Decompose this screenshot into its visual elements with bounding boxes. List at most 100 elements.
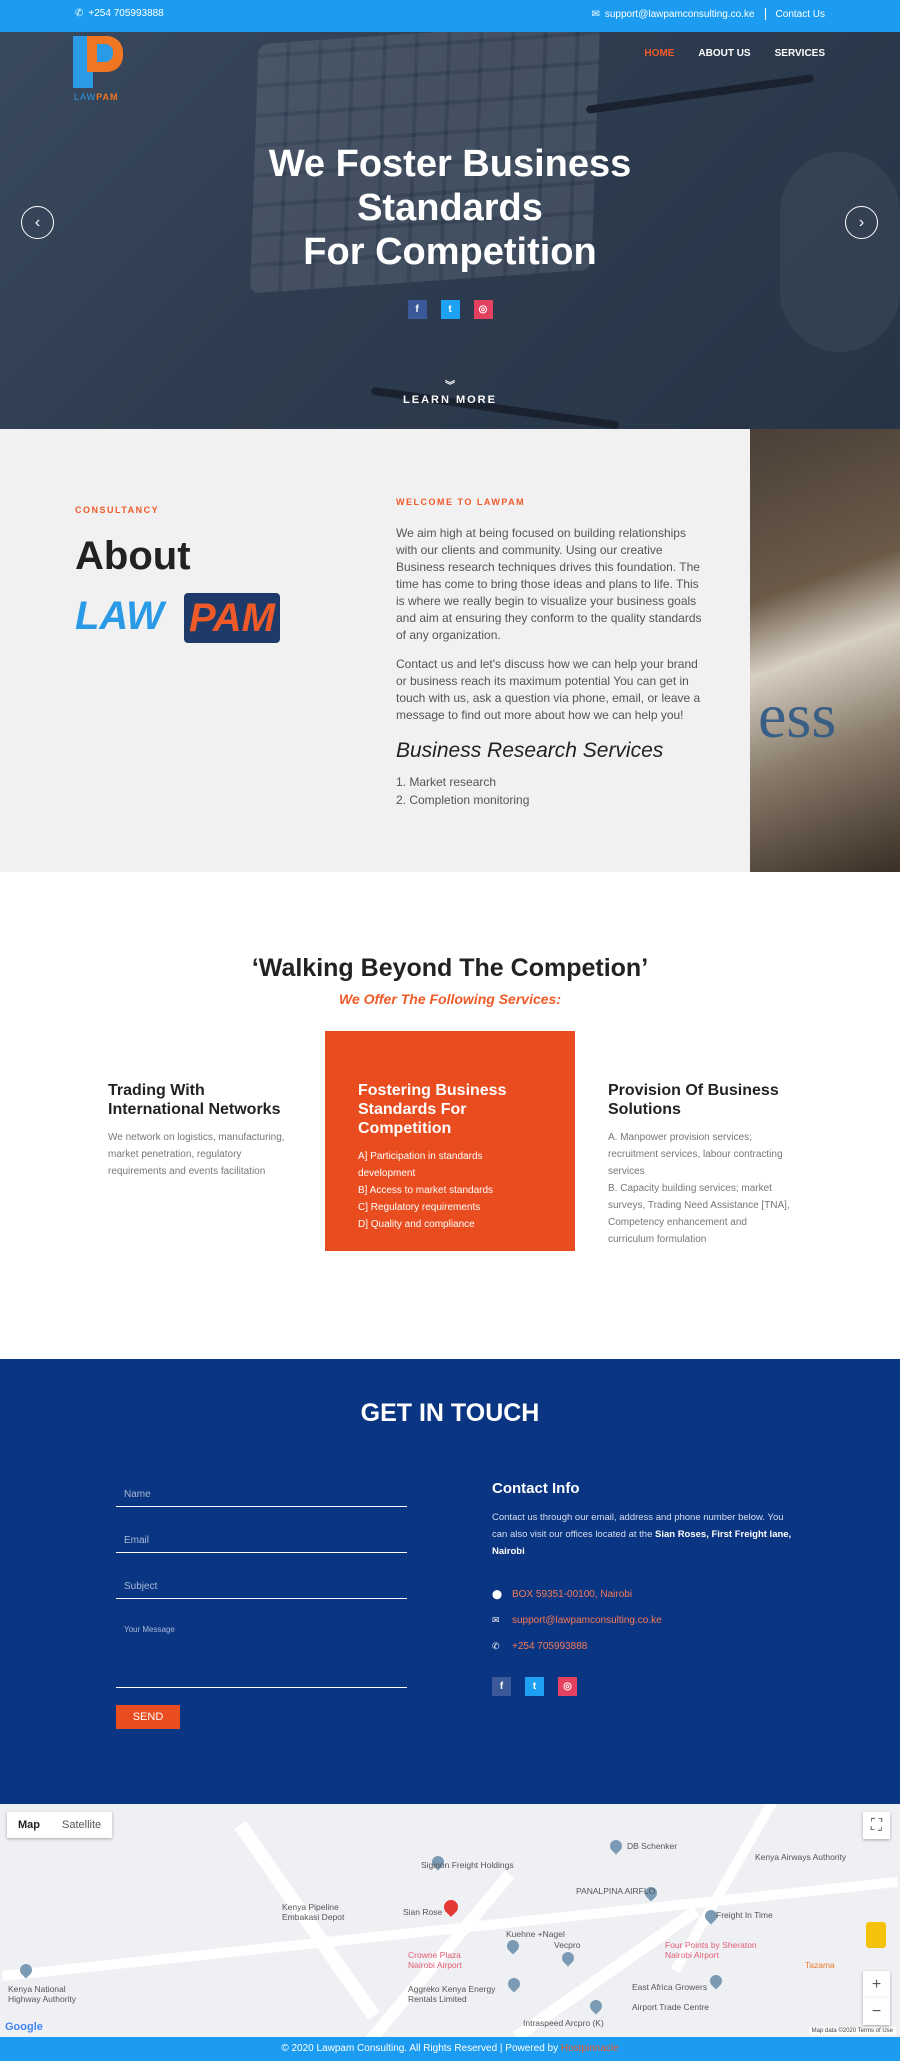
about-section: CONSULTANCY About LAW PAM WELCOME TO LAW…	[0, 429, 900, 872]
contact-phone-text: +254 705993888	[512, 1641, 588, 1652]
service-card-line: C] Regulatory requirements	[358, 1202, 481, 1213]
tab-map[interactable]: Map	[7, 1812, 51, 1838]
hero-title-line-3: For Competition	[303, 231, 597, 273]
topbar-right: ✉ support@lawpamconsulting.co.ke Contact…	[591, 8, 825, 20]
map-label: Siginon Freight Holdings	[421, 1860, 514, 1870]
topbar-email[interactable]: ✉ support@lawpamconsulting.co.ke	[591, 9, 754, 20]
map-label: Intraspeed Arcpro (K)	[523, 2018, 604, 2028]
map-label: East Africa Growers	[632, 1982, 708, 1992]
contact-email[interactable]: ✉ support@lawpamconsulting.co.ke	[492, 1615, 662, 1626]
instagram-icon[interactable]: ◎	[558, 1677, 577, 1696]
contact-address: ⬤ BOX 59351-00100, Nairobi	[492, 1589, 632, 1600]
site-logo[interactable]: LAWPAM	[73, 36, 128, 104]
map-label: Aggreko Kenya Energy Rentals Limited	[408, 1984, 496, 2004]
facebook-icon[interactable]: f	[407, 300, 427, 319]
chevron-right-icon: ›	[858, 213, 865, 231]
contact-info-title: Contact Info	[492, 1480, 580, 1497]
instagram-icon[interactable]: ◎	[473, 300, 493, 319]
about-heading: About	[75, 534, 191, 578]
map-label: Tazama	[805, 1960, 835, 1970]
hero-title-line-2: Standards	[357, 187, 543, 229]
about-paragraph-1: We aim high at being focused on building…	[396, 526, 702, 642]
map-label: Kenya Pipeline Embakasi Depot	[282, 1902, 345, 1922]
service-card-title: Trading With International Networks	[108, 1082, 281, 1118]
about-law-text: LAW	[75, 594, 164, 638]
poi-pin-icon[interactable]	[559, 1949, 577, 1967]
map-label: Airport Trade Centre	[632, 2002, 710, 2012]
poi-pin-icon[interactable]	[707, 1972, 725, 1990]
contact-social-links: f t ◎	[492, 1677, 577, 1696]
poi-pin-icon[interactable]	[607, 1837, 625, 1855]
list-item: 2. Completion monitoring	[396, 793, 530, 807]
research-services-title: Business Research Services	[396, 739, 664, 762]
hero-title-line-1: We Foster Business	[268, 143, 632, 185]
zoom-out-button[interactable]: −	[863, 1998, 890, 2025]
map-label: PANALPINA AIRFLO	[576, 1886, 656, 1896]
logo-pam-text: PAM	[96, 92, 119, 102]
location-pin-icon[interactable]	[441, 1897, 461, 1917]
footer-powered-link[interactable]: Hostpinnacle	[561, 2043, 619, 2054]
research-services-list: 1. Market research 2. Completion monitor…	[396, 773, 529, 809]
map-label: Sian Rose	[403, 1907, 443, 1917]
map-type-tabs: Map Satellite	[7, 1812, 113, 1838]
message-field[interactable]: Your Message	[116, 1625, 407, 1688]
footer: © 2020 Lawpam Consulting. All Rights Res…	[0, 2037, 900, 2061]
service-card-solutions: Provision Of Business Solutions A. Manpo…	[575, 1031, 825, 1251]
logo-law-text: LAW	[74, 92, 97, 102]
learn-more-link[interactable]: ︾ LEARN MORE	[0, 377, 900, 406]
services-subtitle: We Offer The Following Services:	[339, 991, 561, 1007]
map-label: Kenya National Highway Authority	[8, 1984, 77, 2004]
slider-next-button[interactable]: ›	[845, 206, 878, 239]
learn-more-label: LEARN MORE	[403, 394, 497, 406]
poi-pin-icon[interactable]	[505, 1975, 523, 1993]
map-attribution[interactable]: Map data ©2020 Terms of Use	[808, 2027, 896, 2035]
service-card-line: A] Participation in standards developmen…	[358, 1151, 483, 1179]
newspaper-image: ess	[750, 429, 900, 872]
name-field[interactable]: Name	[116, 1489, 407, 1507]
service-card-line: B] Access to market standards	[358, 1185, 494, 1196]
contact-email-text: support@lawpamconsulting.co.ke	[512, 1615, 662, 1626]
poi-pin-icon[interactable]	[587, 1997, 605, 2015]
envelope-icon: ✉	[591, 8, 600, 20]
fullscreen-icon[interactable]: ⛶	[863, 1812, 890, 1839]
subject-field[interactable]: Subject	[116, 1581, 407, 1599]
street-view-pegman-icon[interactable]	[866, 1922, 886, 1948]
map-label: DB Schenker	[627, 1841, 678, 1851]
contact-phone[interactable]: ✆ +254 705993888	[492, 1641, 587, 1652]
service-card-standards: Fostering Business Standards For Competi…	[325, 1031, 575, 1251]
twitter-icon[interactable]: t	[525, 1677, 544, 1696]
list-item: 1. Market research	[396, 775, 497, 789]
email-field[interactable]: Email	[116, 1535, 407, 1553]
double-chevron-down-icon: ︾	[445, 381, 455, 392]
contact-address-text: BOX 59351-00100, Nairobi	[512, 1589, 633, 1600]
topbar-divider	[764, 8, 766, 20]
tab-satellite[interactable]: Satellite	[51, 1812, 112, 1838]
facebook-icon[interactable]: f	[492, 1677, 511, 1696]
service-card-title: Fostering Business Standards For Competi…	[358, 1082, 507, 1137]
send-button[interactable]: SEND	[116, 1705, 180, 1729]
hero-section: LAWPAM HOME ABOUT US SERVICES ‹ › We Fos…	[0, 32, 900, 429]
map-pin-icon: ⬤	[492, 1589, 503, 1599]
hero-social-links: f t ◎	[0, 300, 900, 319]
main-nav: HOME ABOUT US SERVICES	[644, 48, 825, 59]
topbar-phone-text: +254 705993888	[88, 8, 164, 19]
nav-about[interactable]: ABOUT US	[698, 48, 750, 59]
services-section: ‘Walking Beyond The Competion’ We Offer …	[0, 872, 900, 1359]
welcome-label: WELCOME TO LAWPAM	[396, 497, 526, 507]
nav-services[interactable]: SERVICES	[775, 48, 825, 59]
nav-home[interactable]: HOME	[644, 48, 674, 59]
google-map[interactable]: Map Satellite ⛶ + − Siginon Freight Hold…	[0, 1804, 900, 2037]
services-motto: ‘Walking Beyond The Competion’	[251, 954, 649, 982]
contact-us-link[interactable]: Contact Us	[776, 9, 825, 20]
poi-pin-icon[interactable]	[504, 1937, 522, 1955]
zoom-in-button[interactable]: +	[863, 1971, 890, 1998]
hero-title: We Foster Business Standards For Competi…	[0, 142, 900, 274]
contact-section: GET IN TOUCH Name Email Subject Your Mes…	[0, 1359, 900, 1804]
service-card-line: B. Capacity building services; market su…	[608, 1183, 790, 1245]
top-bar: ✆ +254 705993888 ✉ support@lawpamconsult…	[0, 0, 900, 32]
topbar-phone[interactable]: ✆ +254 705993888	[75, 8, 164, 19]
map-label: Crowne Plaza Nairobi Airport	[408, 1950, 462, 1970]
newspaper-texture: ess	[758, 680, 837, 751]
map-label: Kenya Airways Authority	[755, 1852, 847, 1862]
twitter-icon[interactable]: t	[440, 300, 460, 319]
